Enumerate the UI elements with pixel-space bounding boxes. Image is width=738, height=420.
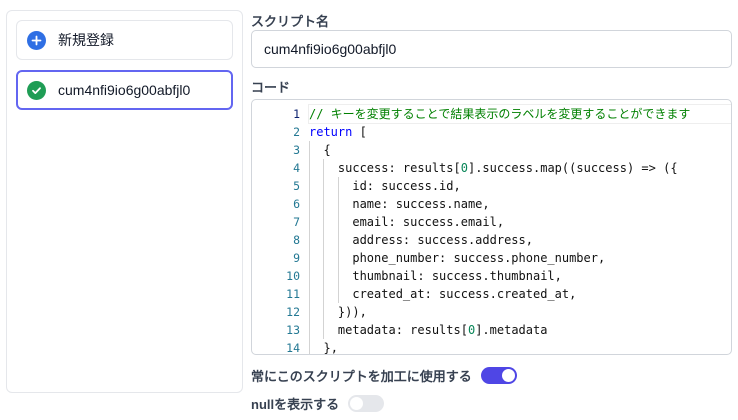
line-number: 7 bbox=[293, 215, 300, 229]
line-number: 3 bbox=[293, 143, 300, 157]
code-text: // キーを変更することで結果表示のラベルを変更することができます bbox=[309, 107, 691, 121]
line-number: 10 bbox=[286, 269, 300, 283]
script-list-item-label: cum4nfi9io6g00abfjl0 bbox=[58, 82, 191, 98]
new-script-label: 新規登録 bbox=[58, 32, 114, 48]
line-number: 8 bbox=[293, 233, 300, 247]
line-number: 12 bbox=[286, 305, 300, 319]
code-line: email: success.email, bbox=[309, 213, 731, 231]
code-line: { bbox=[309, 141, 731, 159]
line-number: 6 bbox=[293, 197, 300, 211]
code-line: success: results[0].success.map((success… bbox=[309, 159, 731, 177]
editor-scrollbar[interactable] bbox=[723, 100, 731, 354]
toggle-knob bbox=[350, 397, 364, 410]
plus-circle-icon bbox=[27, 30, 46, 50]
code-line: address: success.address, bbox=[309, 231, 731, 249]
show-null-toggle[interactable] bbox=[348, 395, 385, 412]
code-line: name: success.name, bbox=[309, 195, 731, 213]
code-editor[interactable]: 1 2 3 4 5 6 7 8 9 10 11 12 13 14 // キーを変更することで結果表示のラベ… bbox=[251, 99, 732, 355]
code-line: }, bbox=[309, 339, 731, 355]
always-use-label: 常にこのスクリプトを加工に使用する bbox=[251, 369, 472, 384]
check-circle-icon bbox=[27, 80, 46, 100]
line-number: 14 bbox=[286, 341, 300, 355]
code-text: created_at: success.created_at, bbox=[309, 287, 577, 301]
show-null-label: nullを表示する bbox=[251, 397, 340, 412]
code-text: address: success.address, bbox=[309, 233, 533, 247]
code-line: })), bbox=[309, 303, 731, 321]
code-text: })), bbox=[337, 305, 367, 319]
code-text: thumbnail: success.thumbnail, bbox=[309, 269, 562, 283]
code-line: thumbnail: success.thumbnail, bbox=[309, 267, 731, 285]
code-content[interactable]: // キーを変更することで結果表示のラベルを変更することができます return … bbox=[308, 104, 731, 355]
code-line: created_at: success.created_at, bbox=[309, 285, 731, 303]
toggle-knob bbox=[501, 369, 515, 382]
line-number: 13 bbox=[286, 323, 300, 337]
code-text: email: success.email, bbox=[309, 215, 505, 229]
code-text: success: results[0].success.map((success… bbox=[309, 161, 678, 175]
code-label: コード bbox=[251, 80, 291, 95]
line-number: 2 bbox=[293, 125, 300, 139]
script-name-label: スクリプト名 bbox=[251, 14, 330, 29]
code-text: metadata: results[0].metadata bbox=[309, 323, 548, 337]
script-list-item[interactable]: cum4nfi9io6g00abfjl0 bbox=[16, 70, 233, 110]
line-number: 5 bbox=[293, 179, 300, 193]
line-number: 11 bbox=[286, 287, 300, 301]
always-use-toggle[interactable] bbox=[480, 367, 517, 384]
new-script-button[interactable]: 新規登録 bbox=[16, 20, 233, 60]
line-number: 4 bbox=[293, 161, 300, 175]
code-text: return [ bbox=[309, 125, 367, 139]
line-number: 1 bbox=[293, 107, 300, 121]
code-text: phone_number: success.phone_number, bbox=[309, 251, 606, 265]
line-number: 9 bbox=[293, 251, 300, 265]
show-null-setting: nullを表示する bbox=[251, 394, 385, 413]
code-line: // キーを変更することで結果表示のラベルを変更することができます bbox=[308, 104, 731, 124]
always-use-setting: 常にこのスクリプトを加工に使用する bbox=[251, 366, 517, 385]
script-list-sidebar: 新規登録 cum4nfi9io6g00abfjl0 bbox=[6, 10, 243, 393]
code-text: name: success.name, bbox=[309, 197, 490, 211]
code-line: id: success.id, bbox=[309, 177, 731, 195]
code-line: phone_number: success.phone_number, bbox=[309, 249, 731, 267]
line-number-gutter: 1 2 3 4 5 6 7 8 9 10 11 12 13 14 bbox=[252, 105, 300, 355]
code-text: { bbox=[323, 143, 331, 157]
script-name-input[interactable] bbox=[251, 30, 732, 68]
code-line: return [ bbox=[309, 123, 731, 141]
code-text: id: success.id, bbox=[309, 179, 461, 193]
code-text: }, bbox=[323, 341, 338, 355]
code-line: metadata: results[0].metadata bbox=[309, 321, 731, 339]
